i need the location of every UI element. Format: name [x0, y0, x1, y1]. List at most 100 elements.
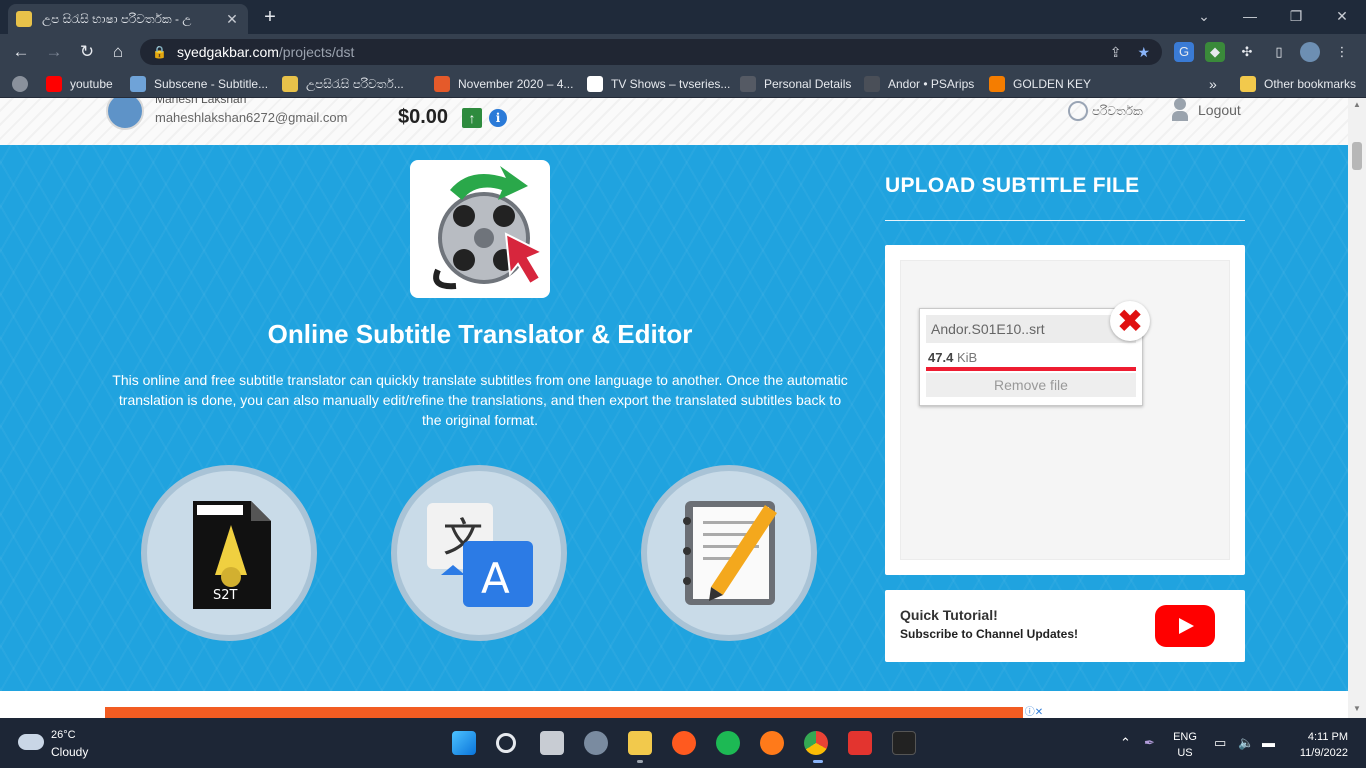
logout-user-icon [1172, 98, 1192, 122]
cloud-icon[interactable] [18, 734, 44, 750]
pen-icon[interactable]: ✒ [1144, 735, 1155, 751]
scroll-up-arrow-icon[interactable]: ▲ [1348, 100, 1366, 109]
profile-avatar-icon[interactable] [1300, 42, 1320, 62]
network-icon[interactable]: ▭ [1214, 735, 1226, 751]
scrollbar-thumb[interactable] [1352, 142, 1362, 170]
remove-file-link[interactable]: Remove file [926, 373, 1136, 397]
system-clock[interactable]: 4:11 PM 11/9/2022 [1290, 729, 1348, 761]
forward-button[interactable]: → [42, 40, 66, 64]
subtitle-translator-icon [282, 76, 298, 92]
topup-arrow-icon[interactable]: ↑ [462, 108, 482, 128]
bookmark-youtube[interactable]: youtube [46, 75, 113, 93]
youtube-play-icon[interactable] [1155, 605, 1215, 647]
other-bookmarks-folder[interactable]: Other bookmarks [1240, 75, 1356, 93]
media-player-icon[interactable] [848, 731, 872, 755]
apps-icon[interactable] [12, 75, 36, 93]
tab-close-icon[interactable]: ✕ [224, 11, 240, 28]
bookmark-subscene[interactable]: Subscene - Subtitle... [130, 75, 268, 93]
srt-file-icon: S2T [193, 501, 271, 609]
search-icon[interactable] [496, 733, 516, 753]
globe-icon [1068, 101, 1088, 121]
hero-section: Online Subtitle Translator & Editor This… [0, 145, 1348, 691]
bookmarks-bar: youtube Subscene - Subtitle... උපසිරැසි … [0, 70, 1366, 98]
bookmarks-overflow-button[interactable]: » [1209, 75, 1217, 93]
battery-icon[interactable]: ▬ [1262, 735, 1275, 750]
extension-icon[interactable]: ◆ [1205, 42, 1225, 62]
notebook-pencil-icon [683, 501, 777, 605]
hero-title: Online Subtitle Translator & Editor [267, 319, 693, 349]
remove-file-x-icon[interactable]: ✖ [1110, 301, 1150, 341]
bookmark-november-2020[interactable]: November 2020 – 4... [434, 75, 573, 93]
upload-card: Andor.S01E10..srt 47.4 KiB Remove file ✖ [885, 245, 1245, 575]
tab-search-icon[interactable]: ⌄ [1181, 4, 1227, 28]
new-tab-button[interactable]: + [258, 6, 282, 30]
psarips-icon [864, 76, 880, 92]
settings-gear-icon[interactable] [584, 731, 608, 755]
window-minimize-button[interactable]: — [1227, 4, 1273, 28]
file-explorer-icon[interactable] [628, 731, 652, 755]
volume-icon[interactable]: 🔈 [1238, 735, 1254, 751]
youtube-icon [46, 76, 62, 92]
side-panel-icon[interactable]: ▯ [1269, 42, 1289, 62]
upload-divider [885, 220, 1245, 221]
web-page: Mahesh Lakshan maheshlakshan6272@gmail.c… [0, 98, 1348, 718]
window-restore-button[interactable]: ❐ [1273, 4, 1319, 28]
translator-language-link[interactable]: පරිවර්තක [1068, 101, 1143, 121]
task-view-icon[interactable] [540, 731, 564, 755]
lock-icon[interactable]: 🔒 [152, 45, 167, 59]
input-language-indicator[interactable]: ENG US [1172, 729, 1198, 761]
firefox-icon[interactable] [760, 731, 784, 755]
subscene-icon [130, 76, 146, 92]
logout-link[interactable]: Logout [1172, 98, 1241, 122]
window-close-button[interactable]: ✕ [1319, 4, 1365, 28]
reload-button[interactable]: ↻ [75, 40, 99, 64]
weather-temperature[interactable]: 26°C [51, 729, 76, 741]
bookmark-golden-key[interactable]: GOLDEN KEY [989, 75, 1091, 93]
windows-start-icon[interactable] [452, 731, 476, 755]
feature-editor [641, 465, 817, 641]
address-bar[interactable]: 🔒 syedgakbar.com /projects/dst ⇪ ★ [140, 39, 1162, 65]
magento-icon [434, 76, 450, 92]
user-name: Mahesh Lakshan [155, 98, 247, 106]
bookmark-andor-psarips[interactable]: Andor • PSArips [864, 75, 974, 93]
soundcloud-icon[interactable] [672, 731, 696, 755]
epic-icon [740, 76, 756, 92]
home-button[interactable]: ⌂ [106, 40, 130, 64]
windows-taskbar: 26°C Cloudy ⌃ ✒ ENG US ▭ 🔈 ▬ 4:11 PM 11/… [0, 718, 1366, 768]
advertisement-banner[interactable]: ⓘ✕ [105, 707, 1045, 718]
bookmark-tv-shows[interactable]: TV Shows – tvseries... [587, 75, 730, 93]
file-dropzone[interactable]: Andor.S01E10..srt 47.4 KiB Remove file ✖ [900, 260, 1230, 560]
bookmark-personal-details[interactable]: Personal Details [740, 75, 851, 93]
bookmark-subtitle-translator[interactable]: උපසිරැසි පරිවර්ත... [282, 75, 404, 93]
weather-condition[interactable]: Cloudy [51, 745, 88, 759]
upload-progress-bar [926, 367, 1136, 371]
tab-title: උප සිරැසි භාෂා පරිවර්තක - උ [42, 11, 192, 26]
feature-translate: 文 A [391, 465, 567, 641]
uploaded-file-name: Andor.S01E10..srt [926, 315, 1136, 343]
quick-tutorial-card[interactable]: Quick Tutorial! Subscribe to Channel Upd… [885, 590, 1245, 662]
tray-overflow-chevron-icon[interactable]: ⌃ [1120, 735, 1131, 751]
ad-choices-icon[interactable]: ⓘ✕ [1023, 707, 1045, 718]
user-avatar[interactable] [106, 98, 144, 130]
tutorial-subtitle: Subscribe to Channel Updates! [900, 627, 1079, 641]
extensions-puzzle-icon[interactable]: ✣ [1237, 42, 1257, 62]
browser-tab-active[interactable]: උප සිරැසි භාෂා පරිවර්තක - උ ✕ [8, 4, 248, 34]
page-scrollbar[interactable]: ▲ ▼ [1348, 98, 1366, 718]
feature-srt-file: S2T [141, 465, 317, 641]
chrome-icon[interactable] [804, 731, 828, 755]
browser-tab-strip: උප සිරැසි භාෂා පරිවර්තක - උ ✕ + ⌄ — ❐ ✕ [0, 0, 1366, 34]
menu-kebab-icon[interactable]: ⋮ [1332, 42, 1352, 62]
media-encoder-icon[interactable] [892, 731, 916, 755]
browser-toolbar: ← → ↻ ⌂ 🔒 syedgakbar.com /projects/dst ⇪… [0, 34, 1366, 70]
back-button[interactable]: ← [9, 40, 33, 64]
hero-description: This online and free subtitle translator… [112, 372, 848, 428]
spotify-icon[interactable] [716, 731, 740, 755]
clapper-icon [587, 76, 603, 92]
tutorial-title: Quick Tutorial! [900, 607, 998, 623]
info-icon[interactable]: i [489, 109, 507, 127]
svg-text:S2T: S2T [213, 588, 238, 603]
google-translate-extension-icon[interactable]: G [1174, 42, 1194, 62]
bookmark-star-icon[interactable]: ★ [1137, 44, 1150, 61]
scroll-down-arrow-icon[interactable]: ▼ [1348, 704, 1366, 713]
share-icon[interactable]: ⇪ [1110, 44, 1122, 61]
